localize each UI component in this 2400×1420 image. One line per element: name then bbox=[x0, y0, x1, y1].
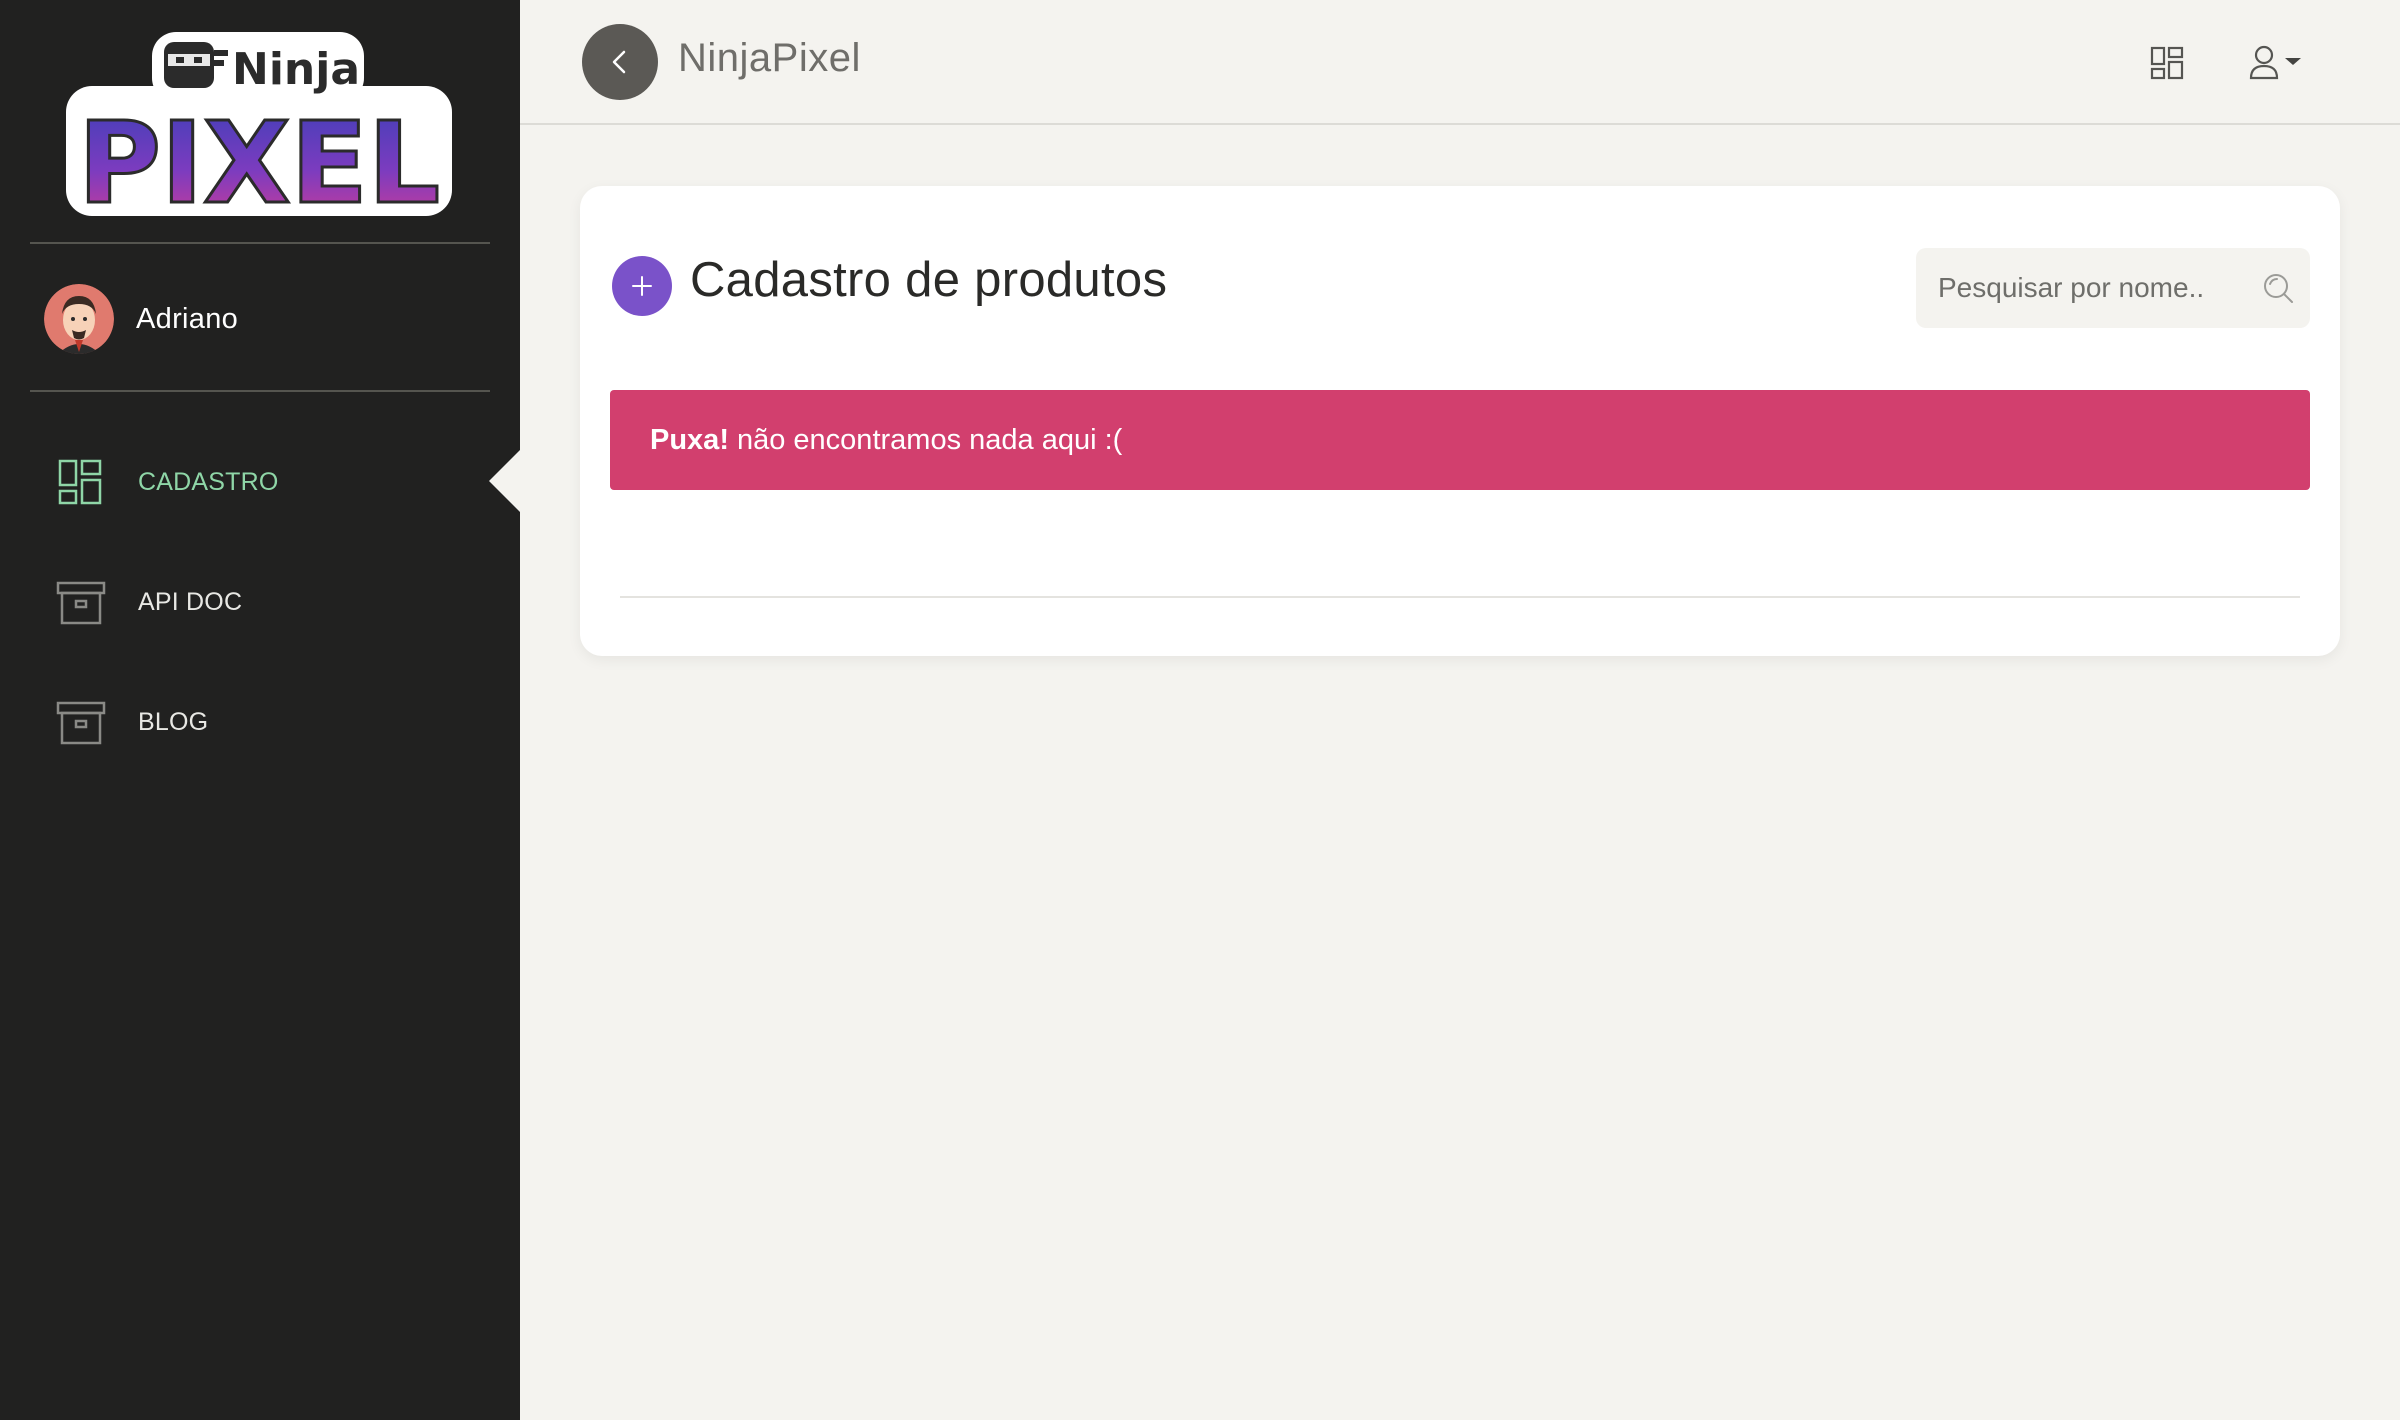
products-card: Cadastro de produtos Puxa! não encontram… bbox=[580, 186, 2340, 656]
sidebar-user[interactable]: Adriano bbox=[44, 284, 238, 354]
search-input[interactable] bbox=[1938, 272, 2248, 304]
user-menu-button[interactable] bbox=[2246, 42, 2308, 82]
add-product-button[interactable] bbox=[612, 256, 672, 316]
back-button[interactable] bbox=[582, 24, 658, 100]
plus-icon bbox=[632, 276, 652, 296]
sidebar-item-blog[interactable]: BLOG bbox=[54, 692, 494, 752]
dashboard-grid-icon bbox=[2150, 46, 2184, 80]
dashboard-button[interactable] bbox=[2148, 44, 2186, 82]
active-item-caret bbox=[489, 449, 521, 513]
chevron-left-icon bbox=[612, 50, 626, 74]
card-divider bbox=[620, 596, 2300, 598]
sidebar-divider bbox=[30, 242, 490, 244]
page-title: NinjaPixel bbox=[678, 36, 861, 80]
search-box bbox=[1916, 248, 2310, 328]
empty-results-alert: Puxa! não encontramos nada aqui :( bbox=[610, 390, 2310, 490]
top-bar: NinjaPixel bbox=[520, 0, 2400, 125]
sidebar-item-label: BLOG bbox=[138, 707, 209, 736]
sidebar-item-cadastro[interactable]: CADASTRO bbox=[54, 452, 494, 512]
section-title: Cadastro de produtos bbox=[690, 253, 1168, 307]
archive-box-icon bbox=[54, 695, 108, 749]
sidebar-item-label: CADASTRO bbox=[138, 467, 279, 496]
user-name: Adriano bbox=[136, 302, 239, 335]
alert-strong-text: Puxa! bbox=[650, 423, 729, 456]
chevron-down-icon bbox=[2285, 58, 2301, 65]
sidebar-item-api-doc[interactable]: API DOC bbox=[54, 572, 494, 632]
sidebar: Ninja PIXEL Adriano CADASTRO API DOC BLO… bbox=[0, 0, 521, 1420]
alert-message: não encontramos nada aqui :( bbox=[736, 423, 1123, 456]
sidebar-item-label: API DOC bbox=[138, 587, 243, 616]
ninjapixel-logo[interactable]: Ninja PIXEL bbox=[60, 24, 460, 224]
search-icon[interactable] bbox=[2260, 270, 2296, 306]
logo-ninja-text: Ninja bbox=[232, 44, 360, 95]
user-icon bbox=[2249, 45, 2279, 80]
archive-box-icon bbox=[54, 575, 108, 629]
dashboard-grid-icon bbox=[54, 455, 108, 509]
logo-pixel-text: PIXEL bbox=[78, 99, 440, 224]
avatar bbox=[44, 284, 114, 354]
sidebar-divider bbox=[30, 390, 490, 392]
